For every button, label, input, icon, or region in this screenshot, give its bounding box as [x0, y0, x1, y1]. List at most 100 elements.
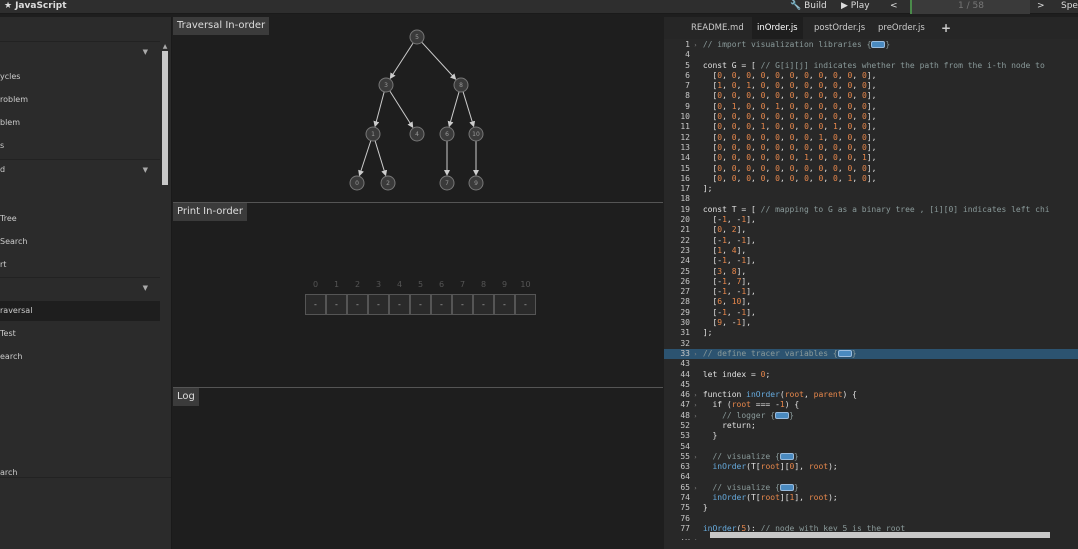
code-line[interactable]: 45	[664, 380, 1078, 390]
sidebar-category[interactable]: ▼	[0, 41, 160, 61]
chevron-down-icon[interactable]: ▼	[143, 278, 148, 298]
sidebar-category[interactable]: d ▼	[0, 159, 160, 179]
code-line[interactable]: 30 [9, -1],	[664, 318, 1078, 328]
editor-tab[interactable]: inOrder.js	[752, 17, 803, 39]
editor-hscrollbar[interactable]	[664, 531, 1078, 539]
code-line[interactable]: 15 [0, 0, 0, 0, 0, 0, 0, 0, 0, 0, 0],	[664, 164, 1078, 174]
code-line[interactable]: 14 [0, 0, 0, 0, 0, 0, 1, 0, 0, 0, 1],	[664, 153, 1078, 163]
code-line[interactable]: 55 › // visualize {}	[664, 452, 1078, 462]
scroll-up-arrow[interactable]: ▲	[161, 43, 169, 51]
sidebar-item[interactable]: roblem	[0, 90, 160, 110]
collapsed-block-icon[interactable]	[779, 452, 794, 460]
code-line[interactable]: 28 [6, 10],	[664, 297, 1078, 307]
tree-node[interactable]: 6	[439, 126, 455, 142]
code-line[interactable]: 27 [-1, -1],	[664, 287, 1078, 297]
editor-tab[interactable]: preOrder.js	[873, 17, 930, 39]
sidebar-item[interactable]: raversal	[0, 301, 160, 321]
code-line[interactable]: 18	[664, 194, 1078, 204]
sidebar-item[interactable]: rt	[0, 255, 160, 275]
code-line[interactable]: 11 [0, 0, 0, 1, 0, 0, 0, 0, 1, 0, 0],	[664, 122, 1078, 132]
code-line[interactable]: 23 [1, 4],	[664, 246, 1078, 256]
app-title[interactable]: ★ JavaScript	[4, 1, 67, 11]
tree-node[interactable]: 4	[409, 126, 425, 142]
sidebar-item[interactable]: Tree	[0, 209, 160, 229]
next-button[interactable]: >	[1037, 0, 1045, 14]
chevron-down-icon[interactable]: ▼	[143, 42, 148, 62]
tree-node[interactable]: 5	[409, 29, 425, 45]
code-line[interactable]: 31 ];	[664, 328, 1078, 338]
tree-node[interactable]: 7	[439, 175, 455, 191]
sidebar-item[interactable]: ycles	[0, 67, 160, 87]
prev-button[interactable]: <	[890, 0, 898, 14]
code-line[interactable]: 6 [0, 0, 0, 0, 0, 0, 0, 0, 0, 0, 0],	[664, 71, 1078, 81]
code-line[interactable]: 54	[664, 442, 1078, 452]
sidebar-item[interactable]: s	[0, 136, 160, 156]
code-line[interactable]: 64	[664, 472, 1078, 482]
code-line[interactable]: 76	[664, 514, 1078, 524]
build-button[interactable]: 🔧 Build	[790, 0, 827, 14]
code-line[interactable]: 21 [0, 2],	[664, 225, 1078, 235]
code-line[interactable]: 13 [0, 0, 0, 0, 0, 0, 0, 0, 0, 0, 0],	[664, 143, 1078, 153]
tree-node[interactable]: 8	[453, 77, 469, 93]
code-line[interactable]: 33 › // define tracer variables {}	[664, 348, 1078, 360]
code-line[interactable]: 26 [-1, 7],	[664, 277, 1078, 287]
star-icon[interactable]: ★	[4, 1, 12, 11]
speed-label[interactable]: Spe	[1061, 0, 1078, 14]
code-line[interactable]: 5 const G = [ // G[i][j] indicates wheth…	[664, 61, 1078, 71]
collapsed-block-icon[interactable]	[837, 349, 852, 357]
code-line[interactable]: 29 [-1, -1],	[664, 308, 1078, 318]
tree-node[interactable]: 1	[365, 126, 381, 142]
code-line[interactable]: 53 }	[664, 431, 1078, 441]
tree-node[interactable]: 3	[378, 77, 394, 93]
code-line[interactable]: 19 const T = [ // mapping to G as a bina…	[664, 205, 1078, 215]
code-line[interactable]: 12 [0, 0, 0, 0, 0, 0, 0, 1, 0, 0, 0],	[664, 133, 1078, 143]
editor-tab[interactable]: README.md	[686, 17, 749, 39]
collapsed-block-icon[interactable]	[775, 411, 790, 419]
code-line[interactable]: 25 [3, 8],	[664, 267, 1078, 277]
sidebar-category[interactable]: ▼	[0, 277, 160, 297]
code-line[interactable]: 1 › // import visualization libraries {}	[664, 40, 1078, 50]
collapsed-block-icon[interactable]	[871, 41, 886, 48]
code-line[interactable]: 16 [0, 0, 0, 0, 0, 0, 0, 0, 0, 1, 0],	[664, 174, 1078, 184]
code-line[interactable]: 43	[664, 359, 1078, 369]
code-line[interactable]: 17 ];	[664, 184, 1078, 194]
progress-bar[interactable]: 1 / 58	[910, 0, 1030, 14]
code-line[interactable]: 9 [0, 1, 0, 0, 1, 0, 0, 0, 0, 0, 0],	[664, 102, 1078, 112]
sidebar-item[interactable]: blem	[0, 113, 160, 133]
chevron-down-icon[interactable]: ▼	[143, 160, 148, 180]
sidebar-item[interactable]	[0, 182, 160, 202]
tree-node[interactable]: 9	[468, 175, 484, 191]
tree-node[interactable]: 2	[380, 175, 396, 191]
code-line[interactable]: 10 [0, 0, 0, 0, 0, 0, 0, 0, 0, 0, 0],	[664, 112, 1078, 122]
sidebar-item[interactable]: earch	[0, 347, 160, 367]
code-line[interactable]: 32	[664, 339, 1078, 349]
collapsed-block-icon[interactable]	[779, 483, 794, 491]
play-button[interactable]: ▶ Play	[841, 0, 870, 14]
tree-node-label: 8	[459, 82, 463, 89]
sidebar-item[interactable]: Search	[0, 232, 160, 252]
code-line[interactable]: 24 [-1, -1],	[664, 256, 1078, 266]
code-line[interactable]: 22 [-1, -1],	[664, 236, 1078, 246]
code-line[interactable]: 47 › if (root === -1) {	[664, 400, 1078, 410]
code-line[interactable]: 7 [1, 0, 1, 0, 0, 0, 0, 0, 0, 0, 0],	[664, 81, 1078, 91]
code-line[interactable]: 74 inOrder(T[root][1], root);	[664, 493, 1078, 503]
code-line[interactable]: 63 inOrder(T[root][0], root);	[664, 462, 1078, 472]
code-line[interactable]: 52 return;	[664, 421, 1078, 431]
add-tab-button[interactable]: +	[936, 17, 956, 39]
code-line[interactable]: 46 › function inOrder(root, parent) {	[664, 390, 1078, 400]
sidebar-item[interactable]: Test	[0, 324, 160, 344]
code-line[interactable]: 8 [0, 0, 0, 0, 0, 0, 0, 0, 0, 0, 0],	[664, 91, 1078, 101]
editor-tab[interactable]: postOrder.js	[809, 17, 870, 39]
code-line[interactable]: 4	[664, 50, 1078, 60]
scrollbar-thumb[interactable]	[162, 51, 168, 185]
code-area[interactable]: 1 › // import visualization libraries {}…	[664, 40, 1078, 540]
code-line[interactable]: 20 [-1, -1],	[664, 215, 1078, 225]
tree-node[interactable]: 10	[468, 126, 484, 142]
code-line[interactable]: 48 › // logger {}	[664, 411, 1078, 421]
code-line[interactable]: 75 }	[664, 503, 1078, 513]
code-line[interactable]: 44 let index = 0;	[664, 370, 1078, 380]
tree-node[interactable]: 0	[349, 175, 365, 191]
code-line[interactable]: 65 › // visualize {}	[664, 483, 1078, 493]
sidebar-scrollbar[interactable]	[161, 51, 169, 495]
hscroll-thumb[interactable]	[710, 532, 1050, 538]
